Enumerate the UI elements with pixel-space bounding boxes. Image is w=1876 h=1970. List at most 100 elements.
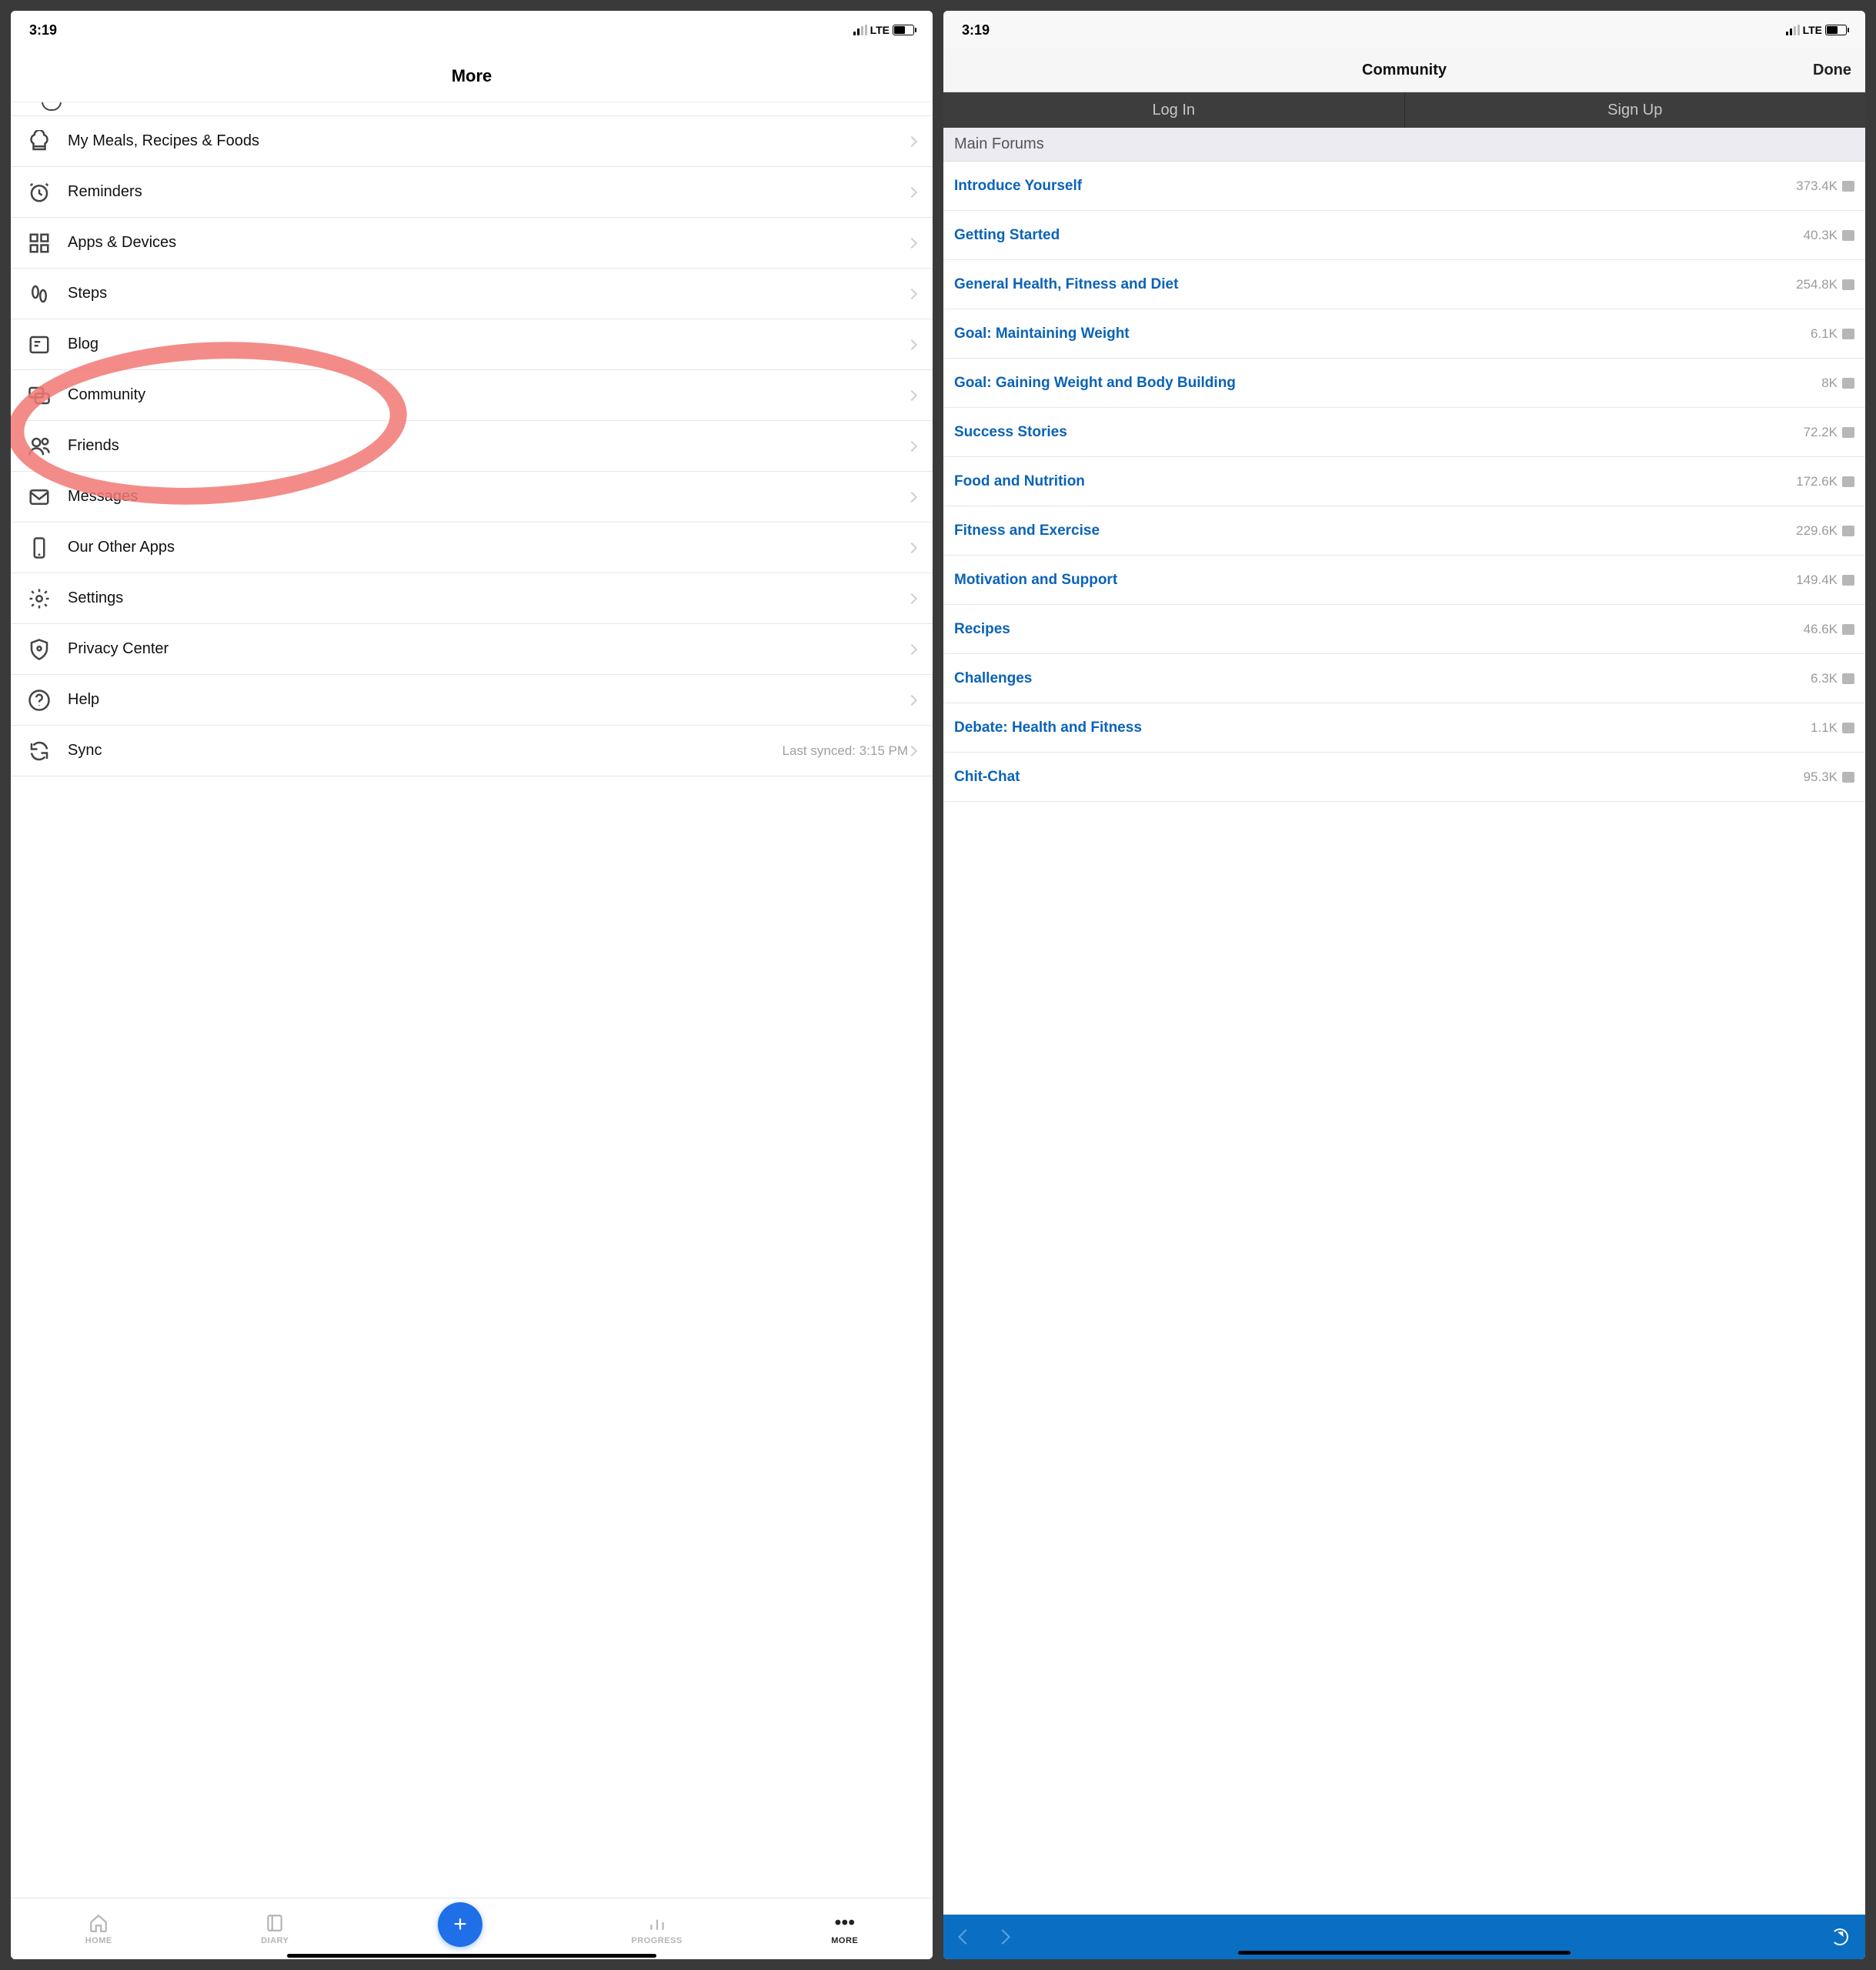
comment-icon	[1842, 279, 1854, 290]
forum-row[interactable]: Chit-Chat95.3K	[943, 753, 1865, 802]
done-button[interactable]: Done	[1813, 62, 1851, 79]
mail-icon	[28, 486, 51, 509]
forum-row[interactable]: Success Stories72.2K	[943, 408, 1865, 457]
carrier-label: LTE	[870, 24, 890, 36]
forward-button[interactable]	[995, 1929, 1010, 1945]
forum-row[interactable]: Food and Nutrition 172.6K	[943, 457, 1865, 506]
settings-row[interactable]: Help	[11, 675, 933, 726]
back-button[interactable]	[958, 1929, 973, 1945]
chevron-right-icon	[906, 745, 917, 756]
tab-login[interactable]: Log In	[943, 92, 1404, 128]
chevron-right-icon	[906, 288, 917, 299]
settings-row[interactable]: My Meals, Recipes & Foods	[11, 116, 933, 167]
settings-row[interactable]: Messages	[11, 472, 933, 523]
tab-diary-label: DIARY	[261, 1936, 289, 1945]
settings-list[interactable]: My Meals, Recipes & Foods Reminders Apps &…	[11, 102, 933, 1898]
forum-count: 6.1K	[1811, 326, 1838, 342]
chevron-right-icon	[906, 237, 917, 248]
forum-row[interactable]: Getting Started40.3K	[943, 211, 1865, 260]
forum-count: 172.6K	[1796, 474, 1838, 489]
ellipsis-icon: •••	[835, 1913, 855, 1933]
settings-row[interactable]: Community	[11, 370, 933, 421]
chevron-right-icon	[906, 389, 917, 400]
settings-row-label: Help	[68, 691, 908, 709]
settings-row-label: Steps	[68, 285, 908, 302]
settings-row[interactable]: Blog	[11, 319, 933, 370]
comment-icon	[1842, 329, 1854, 339]
auth-tabs: Log In Sign Up	[943, 92, 1865, 128]
tab-progress[interactable]: PROGRESS	[631, 1913, 682, 1945]
chevron-right-icon	[906, 440, 917, 451]
tab-bar: HOME DIARY + PROGRESS ••• MORE	[11, 1898, 933, 1959]
forum-name: Introduce Yourself	[954, 178, 1082, 195]
news-icon	[28, 333, 51, 356]
chevron-right-icon	[906, 339, 917, 349]
settings-row[interactable]: Apps & Devices	[11, 218, 933, 269]
settings-row-label: Privacy Center	[68, 640, 908, 658]
chevron-right-icon	[906, 643, 917, 654]
settings-row-label: Blog	[68, 336, 908, 353]
forum-row[interactable]: Recipes46.6K	[943, 605, 1865, 654]
status-time: 3:19	[29, 22, 57, 38]
partial-row	[11, 102, 933, 116]
forum-count: 72.2K	[1804, 425, 1838, 440]
tab-progress-label: PROGRESS	[631, 1936, 682, 1945]
phone-icon	[28, 536, 51, 559]
settings-row-label: Friends	[68, 437, 908, 455]
forum-row[interactable]: Motivation and Support149.4K	[943, 556, 1865, 605]
settings-row-label: Our Other Apps	[68, 539, 908, 556]
settings-row[interactable]: Privacy Center	[11, 624, 933, 675]
browser-toolbar	[943, 1915, 1865, 1959]
comment-icon	[1842, 575, 1854, 586]
forum-row[interactable]: Debate: Health and Fitness1.1K	[943, 703, 1865, 753]
right-phone-frame: 3:19 LTE Community Done Log In Sign Up M…	[943, 11, 1865, 1959]
settings-row-label: My Meals, Recipes & Foods	[68, 132, 908, 150]
sync-icon	[28, 740, 51, 763]
settings-row[interactable]: SyncLast synced: 3:15 PM	[11, 726, 933, 776]
signal-icon	[853, 25, 867, 35]
comment-icon	[1842, 378, 1854, 389]
forum-list[interactable]: Introduce Yourself373.4KGetting Started4…	[943, 162, 1865, 1915]
forum-name: Chit-Chat	[954, 769, 1020, 786]
comment-icon	[1842, 772, 1854, 783]
forum-name: Getting Started	[954, 227, 1060, 244]
chevron-right-icon	[906, 186, 917, 197]
page-title: More	[11, 49, 933, 102]
forum-name: Fitness and Exercise	[954, 523, 1100, 539]
settings-row[interactable]: Settings	[11, 573, 933, 624]
settings-row-label: Sync	[68, 742, 776, 760]
chevron-right-icon	[906, 542, 917, 553]
forum-row[interactable]: Goal: Maintaining Weight6.1K	[943, 309, 1865, 359]
forum-count: 8K	[1821, 376, 1838, 391]
forum-row[interactable]: Introduce Yourself373.4K	[943, 162, 1865, 211]
settings-row-label: Apps & Devices	[68, 234, 908, 252]
shield-icon	[28, 638, 51, 661]
tab-diary[interactable]: DIARY	[261, 1913, 289, 1945]
forum-name: Challenges	[954, 670, 1032, 687]
settings-row-label: Community	[68, 386, 908, 404]
settings-row[interactable]: Our Other Apps	[11, 523, 933, 573]
settings-row[interactable]: Steps	[11, 269, 933, 319]
nav-bar: Community Done	[943, 49, 1865, 92]
forum-count: 6.3K	[1811, 671, 1838, 686]
friends-icon	[28, 435, 51, 458]
comment-icon	[1842, 181, 1854, 192]
tab-more[interactable]: ••• MORE	[831, 1913, 858, 1945]
comment-icon	[1842, 230, 1854, 241]
tab-home[interactable]: HOME	[85, 1913, 112, 1945]
add-button[interactable]: +	[438, 1902, 482, 1947]
reload-button[interactable]	[1831, 1928, 1848, 1945]
forum-row[interactable]: Goal: Gaining Weight and Body Building8K	[943, 359, 1865, 408]
tab-signup[interactable]: Sign Up	[1404, 92, 1866, 128]
forum-section-header: Main Forums	[943, 128, 1865, 162]
forum-name: Food and Nutrition	[954, 473, 1085, 490]
forum-name: Motivation and Support	[954, 572, 1117, 589]
help-icon	[28, 689, 51, 712]
settings-row[interactable]: Reminders	[11, 167, 933, 218]
settings-row[interactable]: Friends	[11, 421, 933, 472]
forum-row[interactable]: Fitness and Exercise229.6K	[943, 506, 1865, 556]
gear-icon	[28, 587, 51, 610]
forum-row[interactable]: Challenges 6.3K	[943, 654, 1865, 703]
forum-row[interactable]: General Health, Fitness and Diet254.8K	[943, 260, 1865, 309]
comment-icon	[1842, 476, 1854, 487]
